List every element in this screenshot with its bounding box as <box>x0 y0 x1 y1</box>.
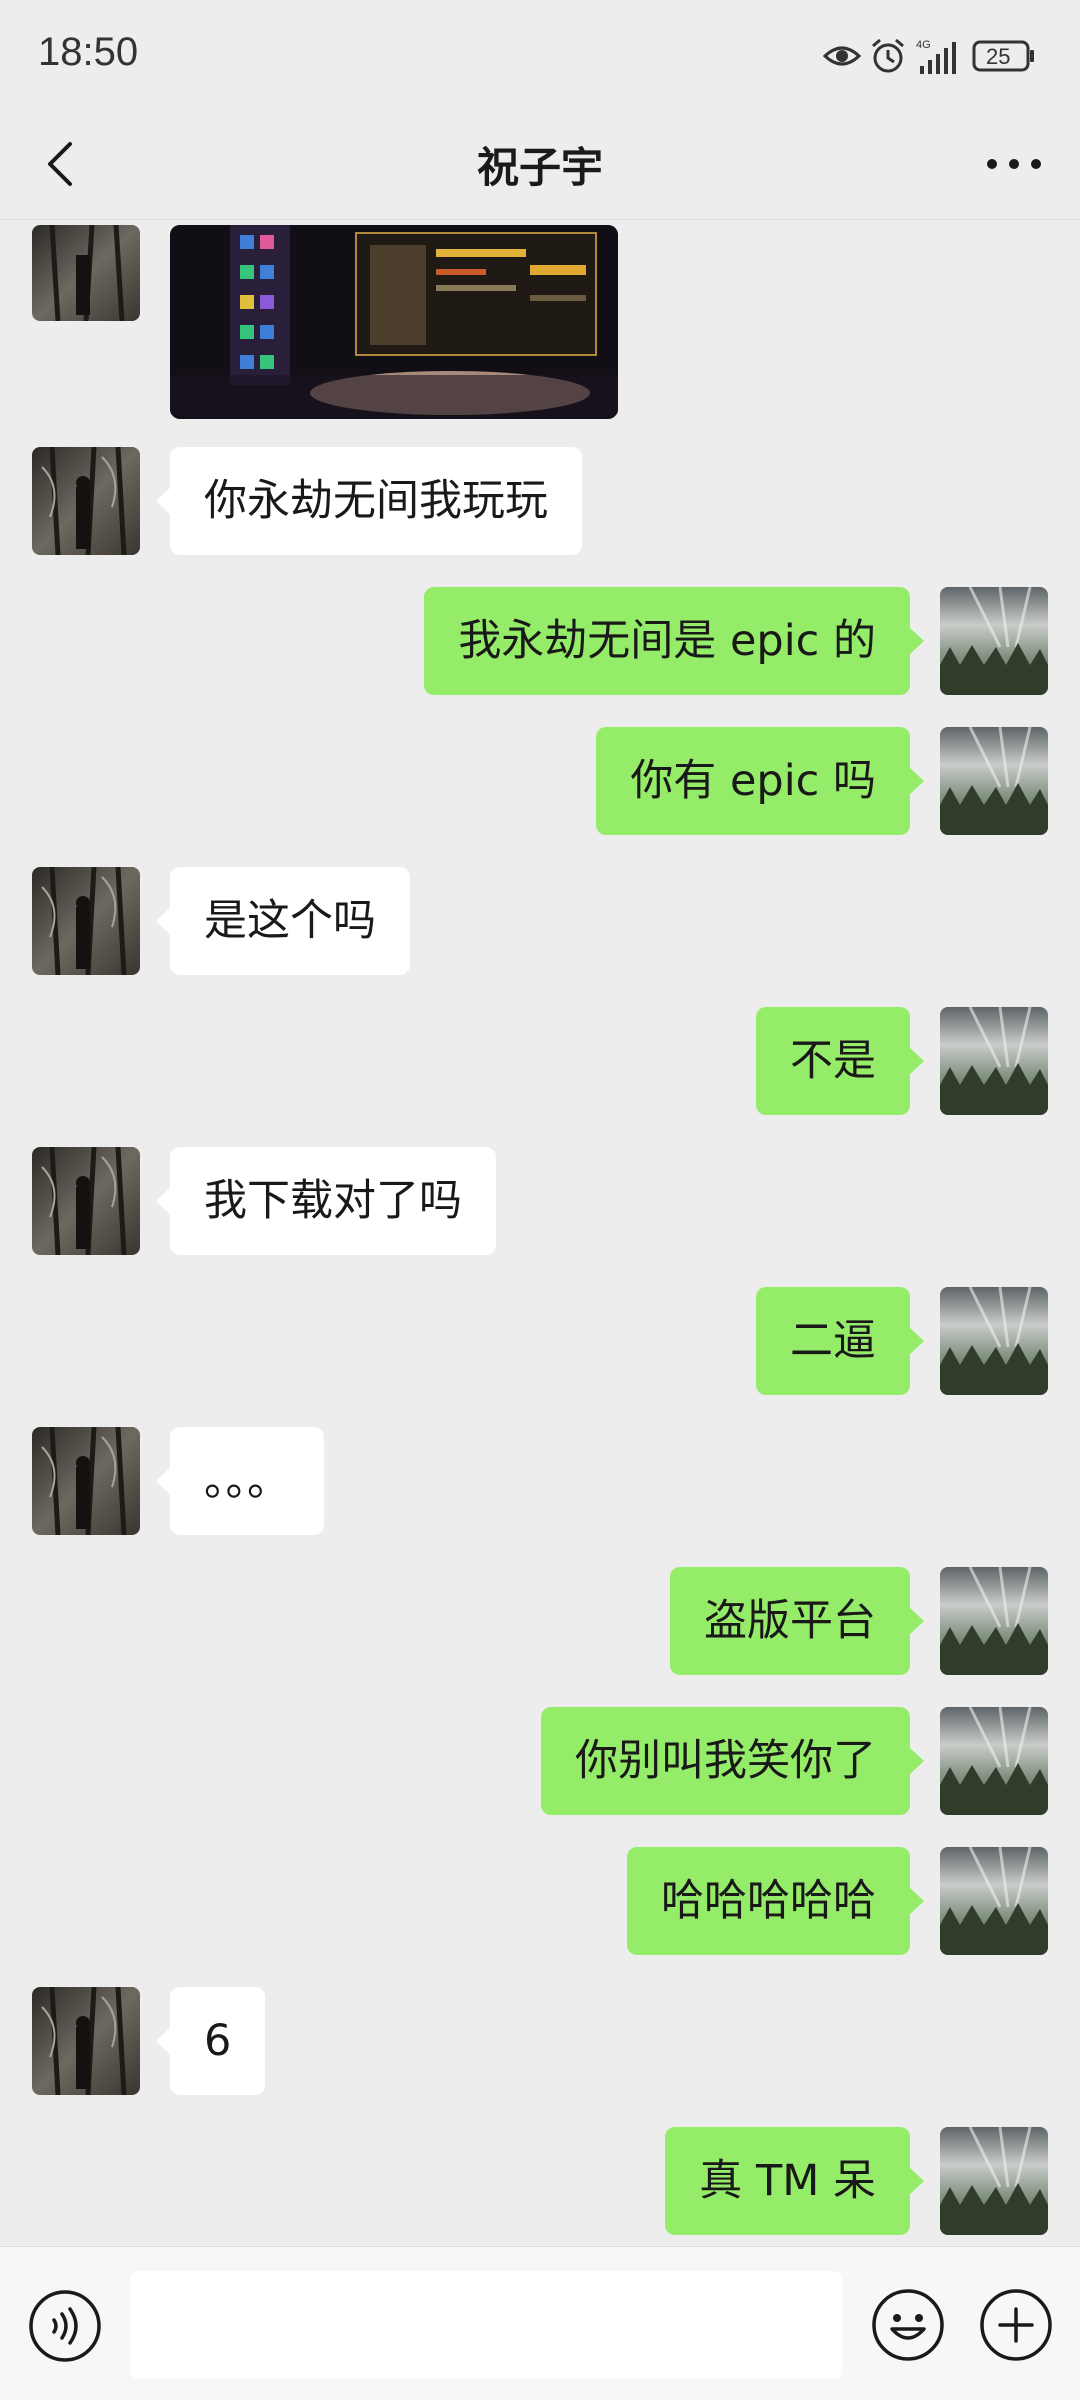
sent-message-bubble[interactable]: 真 TM 呆 <box>665 2127 924 2235</box>
contact-avatar[interactable] <box>32 867 140 975</box>
eye-icon <box>822 46 862 66</box>
plus-icon[interactable] <box>978 2287 1054 2363</box>
contact-avatar[interactable] <box>32 447 140 555</box>
self-avatar[interactable] <box>940 1567 1048 1675</box>
self-avatar[interactable] <box>940 1707 1048 1815</box>
self-avatar[interactable] <box>940 1007 1048 1115</box>
sent-message-bubble[interactable]: 二逼 <box>756 1287 924 1395</box>
message-list[interactable]: 你永劫无间我玩玩我永劫无间是 epic 的你有 epic 吗是这个吗不是我下载对… <box>0 221 1080 2245</box>
contact-avatar[interactable] <box>32 1147 140 1255</box>
contact-avatar[interactable] <box>32 1427 140 1535</box>
4g-signal-icon: 4G <box>916 39 956 74</box>
chat-title: 祝子宇 <box>476 143 603 192</box>
sent-message-bubble[interactable]: 我永劫无间是 epic 的 <box>424 587 924 695</box>
sent-message-bubble[interactable]: 你有 epic 吗 <box>596 727 924 835</box>
status-icons: 4G 25 <box>822 36 1042 76</box>
self-avatar[interactable] <box>940 1847 1048 1955</box>
status-bar: 18:50 4G 25 <box>0 0 1080 110</box>
received-message-bubble[interactable]: 。。。 <box>156 1427 324 1535</box>
voice-icon[interactable] <box>28 2289 102 2363</box>
received-message-bubble[interactable]: 是这个吗 <box>156 867 410 975</box>
chat-header: 祝子宇 <box>0 110 1080 220</box>
more-dots-icon[interactable] <box>982 136 1046 192</box>
image-message[interactable] <box>170 225 618 419</box>
self-avatar[interactable] <box>940 587 1048 695</box>
svg-text:4G: 4G <box>916 39 931 51</box>
self-avatar[interactable] <box>940 1287 1048 1395</box>
battery-level: 25 <box>986 44 1011 69</box>
self-avatar[interactable] <box>940 727 1048 835</box>
input-bar <box>0 2246 1080 2400</box>
received-message-bubble[interactable]: 你永劫无间我玩玩 <box>156 447 582 555</box>
sent-message-bubble[interactable]: 哈哈哈哈哈 <box>627 1847 924 1955</box>
alarm-icon <box>872 38 904 73</box>
sent-message-bubble[interactable]: 盗版平台 <box>670 1567 924 1675</box>
contact-avatar[interactable] <box>32 225 140 321</box>
sent-message-bubble[interactable]: 你别叫我笑你了 <box>541 1707 924 1815</box>
message-input[interactable] <box>130 2271 842 2379</box>
emoji-icon[interactable] <box>870 2287 946 2363</box>
sent-message-bubble[interactable]: 不是 <box>756 1007 924 1115</box>
self-avatar[interactable] <box>940 2127 1048 2235</box>
received-message-bubble[interactable]: 我下载对了吗 <box>156 1147 496 1255</box>
status-time: 18:50 <box>38 30 139 74</box>
contact-avatar[interactable] <box>32 1987 140 2095</box>
received-message-bubble[interactable]: 6 <box>155 1987 266 2095</box>
